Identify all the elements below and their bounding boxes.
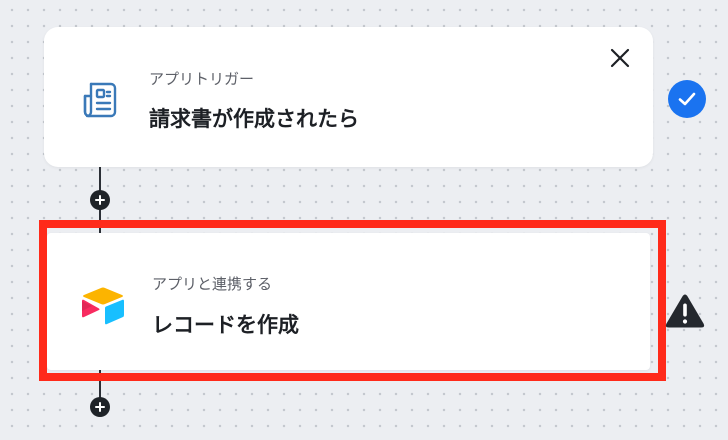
action-step-subtitle: アプリと連携する: [152, 275, 273, 293]
add-step-button[interactable]: [90, 190, 110, 210]
add-step-button[interactable]: [90, 397, 110, 417]
warning-triangle-icon: [665, 294, 705, 328]
plus-icon: [95, 402, 105, 412]
plus-icon: [95, 195, 105, 205]
airtable-logo-icon: [79, 281, 127, 329]
step-complete-status: [668, 80, 706, 118]
close-button[interactable]: [609, 47, 631, 69]
action-step-card[interactable]: アプリと連携する レコードを作成: [47, 233, 650, 370]
trigger-step-title: 請求書が作成されたら: [149, 107, 359, 131]
trigger-step-card[interactable]: アプリトリガー 請求書が作成されたら: [44, 27, 653, 167]
action-step-title: レコードを作成: [152, 313, 299, 337]
close-icon: [610, 48, 630, 68]
step-warning-status: [665, 293, 705, 329]
check-circle-icon: [678, 92, 696, 106]
invoice-document-icon: [76, 74, 124, 122]
trigger-step-subtitle: アプリトリガー: [149, 70, 255, 88]
